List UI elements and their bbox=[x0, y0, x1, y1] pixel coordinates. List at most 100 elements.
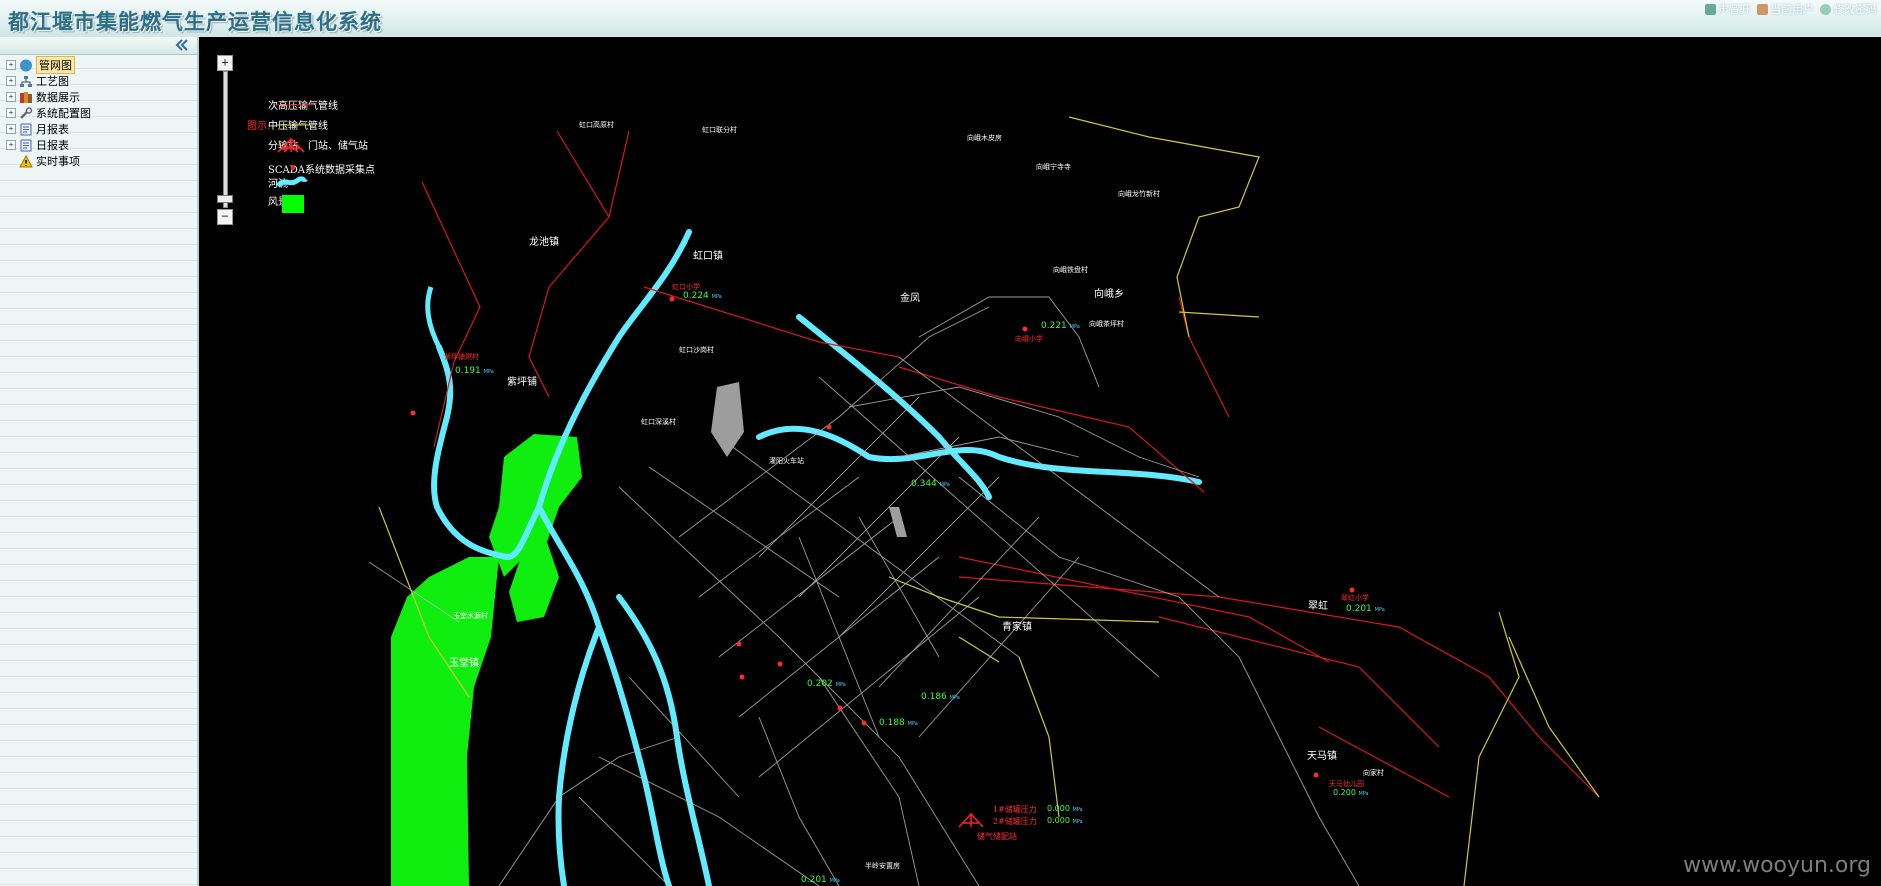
report-icon bbox=[20, 139, 32, 151]
place-label: 玉堂水源村 bbox=[453, 612, 488, 620]
report-icon bbox=[20, 123, 32, 135]
pressure-reading: 0.000 MPa bbox=[1047, 816, 1083, 825]
expand-icon[interactable]: + bbox=[6, 108, 16, 118]
change-password-label: 修改密码 bbox=[1833, 3, 1877, 16]
station-label: 向峨小学 bbox=[1015, 335, 1043, 343]
collapse-sidebar-icon[interactable] bbox=[175, 39, 189, 51]
scenic-area-icon bbox=[282, 195, 304, 213]
station-label: 紫坪铺燃村 bbox=[444, 353, 479, 361]
pressure-reading: 0.000 MPa bbox=[1047, 804, 1083, 813]
place-label: 翠虹 bbox=[1308, 601, 1328, 612]
place-label: 青家镇 bbox=[1002, 622, 1032, 633]
pressure-reading: 0.188 MPa bbox=[879, 718, 918, 728]
pressure-reading: 0.200 MPa bbox=[1333, 788, 1369, 797]
place-label: 虹口沙岗村 bbox=[679, 346, 714, 354]
place-label: 虹口联分村 bbox=[702, 126, 737, 134]
pressure-reading: 0.224 MPa bbox=[683, 291, 722, 301]
expand-icon[interactable]: + bbox=[6, 76, 16, 86]
legend-item-high-pressure: 次高压输气管线 bbox=[268, 97, 338, 112]
legend-item-medium-pressure: 中压输气管线 bbox=[268, 117, 328, 132]
pipe-network-map[interactable]: + − 图示: 次高压输气管线 中压输气管线 分输站、门站、储气站 SCADA系… bbox=[199, 37, 1881, 886]
globe-icon bbox=[20, 59, 32, 71]
station-label: 翠虹小学 bbox=[1341, 594, 1369, 602]
place-label: 向峨茶坪村 bbox=[1089, 320, 1124, 328]
place-label: 向峨乡 bbox=[1094, 289, 1124, 300]
place-label: 玉堂镇 bbox=[449, 658, 479, 669]
tree-item-system-config[interactable]: + 系统配置图 bbox=[6, 105, 197, 121]
zoom-in-button[interactable]: + bbox=[217, 55, 233, 71]
books-icon bbox=[20, 91, 32, 103]
red-line-icon bbox=[276, 104, 314, 106]
place-label: 天马镇 bbox=[1307, 751, 1337, 762]
scenic-area bbox=[391, 557, 499, 886]
tree-item-daily-report[interactable]: + 日报表 bbox=[6, 137, 197, 153]
current-user-link[interactable]: 当前用户 bbox=[1757, 1, 1814, 17]
station-icon bbox=[277, 137, 305, 153]
pressure-reading: 0.344 MPa bbox=[911, 479, 950, 489]
legend-item-river: 河流 bbox=[268, 175, 308, 190]
place-label: 紫坪铺 bbox=[507, 377, 537, 388]
place-label: 虹口高原村 bbox=[579, 121, 614, 129]
place-label: 虹口镇 bbox=[693, 251, 723, 262]
expand-icon[interactable]: + bbox=[6, 124, 16, 134]
app-title: 都江堰市集能燃气生产运营信息化系统 bbox=[8, 10, 382, 34]
current-user-label: 当前用户 bbox=[1770, 3, 1814, 16]
tree-label: 系统配置图 bbox=[36, 107, 91, 120]
station-icon bbox=[958, 812, 984, 828]
station-label: 1#储罐压力 bbox=[993, 805, 1037, 814]
pressure-reading: 0.186 MPa bbox=[921, 692, 960, 702]
zoom-control: + − bbox=[217, 55, 233, 225]
tree-label: 工艺图 bbox=[36, 75, 69, 88]
legend-title: 图示: bbox=[247, 121, 271, 132]
nav-tree: + 管网图 + 工艺图 + 数据展示 + 系统配置图 + 月报表 + 日报表 实… bbox=[0, 55, 197, 169]
tree-label: 月报表 bbox=[36, 123, 69, 136]
zoom-slider-track[interactable] bbox=[223, 71, 228, 208]
user-icon bbox=[1757, 3, 1768, 15]
legend-item-station: 分输站、门站、储气站 bbox=[268, 137, 368, 153]
place-label: 灌阳火车站 bbox=[769, 457, 804, 465]
sidebar: + 管网图 + 工艺图 + 数据展示 + 系统配置图 + 月报表 + 日报表 实… bbox=[0, 37, 199, 886]
station-label: 储气储配站 bbox=[977, 832, 1017, 841]
pressure-reading: 0.201 MPa bbox=[1346, 604, 1385, 614]
tree-label: 管网图 bbox=[36, 56, 75, 74]
pressure-reading: 0.202 MPa bbox=[807, 679, 846, 689]
pressure-reading: 0.191 MPa bbox=[455, 366, 494, 376]
legend-item-scada: SCADA系统数据采集点 bbox=[268, 161, 375, 176]
tree-item-data-display[interactable]: + 数据展示 bbox=[6, 89, 197, 105]
zoom-out-button[interactable]: − bbox=[217, 209, 233, 225]
tree-item-realtime-events[interactable]: 实时事项 bbox=[6, 153, 197, 169]
place-label: 向峨铁盘村 bbox=[1053, 266, 1088, 274]
place-label: 虹口深溪村 bbox=[641, 418, 676, 426]
pressure-reading: 0.221 MPa bbox=[1041, 321, 1080, 331]
sound-toggle-label: 声音开 bbox=[1718, 3, 1751, 16]
legend-item-scenic: 风景区 bbox=[268, 193, 304, 213]
process-icon bbox=[20, 75, 32, 87]
tree-item-pipe-network[interactable]: + 管网图 bbox=[6, 56, 197, 74]
pressure-reading: 0.201 MPa bbox=[801, 875, 840, 885]
wrench-icon bbox=[20, 106, 33, 119]
river-icon bbox=[276, 176, 308, 188]
zoom-slider-handle[interactable] bbox=[217, 195, 233, 203]
tree-item-monthly-report[interactable]: + 月报表 bbox=[6, 121, 197, 137]
yellow-line-icon bbox=[276, 124, 314, 126]
speaker-icon bbox=[1705, 3, 1716, 15]
change-password-link[interactable]: 修改密码 bbox=[1820, 1, 1877, 17]
expand-icon[interactable]: + bbox=[6, 60, 16, 70]
app-header: 都江堰市集能燃气生产运营信息化系统 声音开 当前用户 修改密码 bbox=[0, 0, 1881, 38]
place-label: 向峨龙竹新村 bbox=[1118, 190, 1160, 198]
tree-item-process-diagram[interactable]: + 工艺图 bbox=[6, 73, 197, 89]
sound-toggle-link[interactable]: 声音开 bbox=[1705, 1, 1751, 17]
sidebar-header bbox=[0, 37, 197, 55]
place-label: 半岭安置房 bbox=[865, 862, 900, 870]
tree-label: 数据展示 bbox=[36, 91, 80, 104]
tree-label: 实时事项 bbox=[36, 155, 80, 168]
place-label: 向峨木皮房 bbox=[967, 134, 1002, 142]
expand-icon[interactable]: + bbox=[6, 140, 16, 150]
place-label: 金凤 bbox=[900, 293, 920, 304]
header-links: 声音开 当前用户 修改密码 bbox=[1705, 1, 1877, 17]
warning-icon bbox=[19, 154, 33, 167]
place-label: 向峨宁寺寺 bbox=[1036, 163, 1071, 171]
place-label: 龙池镇 bbox=[529, 237, 559, 248]
expand-icon[interactable]: + bbox=[6, 92, 16, 102]
key-icon bbox=[1820, 3, 1831, 15]
